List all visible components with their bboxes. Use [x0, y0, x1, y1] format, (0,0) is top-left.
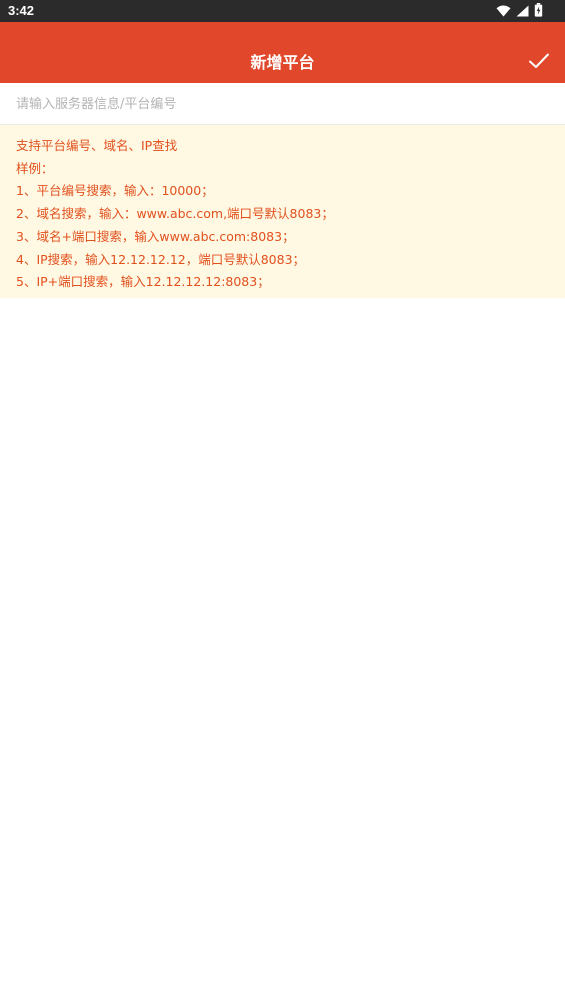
hint-example-3: 3、域名+端口搜索，输入www.abc.com:8083； [16, 228, 295, 244]
hint-example-2: 2、域名搜索，输入：www.abc.com,端口号默认8083； [16, 206, 334, 222]
checkmark-icon [527, 53, 551, 77]
status-bar: 3:42 [0, 0, 565, 22]
search-row [0, 83, 565, 125]
hint-example-4: 4、IP搜索，输入12.12.12.12，端口号默认8083； [16, 251, 306, 267]
hint-example-label: 样例： [16, 160, 54, 176]
signal-icon [516, 2, 529, 21]
search-input[interactable] [16, 92, 546, 116]
confirm-button[interactable] [527, 49, 551, 73]
battery-icon [534, 2, 543, 21]
hint-heading: 支持平台编号、域名、IP查找 [16, 138, 178, 153]
status-time: 3:42 [8, 3, 35, 18]
page-title: 新增平台 [250, 53, 315, 72]
app-bar: 新增平台 [0, 22, 565, 83]
hint-example-1: 1、平台编号搜索，输入：10000； [16, 183, 214, 199]
hint-example-5: 5、IP+端口搜索，输入12.12.12.12:8083； [16, 274, 270, 290]
status-icons [496, 2, 543, 21]
wifi-icon [496, 2, 511, 21]
search-hint-panel: 支持平台编号、域名、IP查找 样例： 1、平台编号搜索，输入：10000； 2、… [0, 125, 565, 298]
